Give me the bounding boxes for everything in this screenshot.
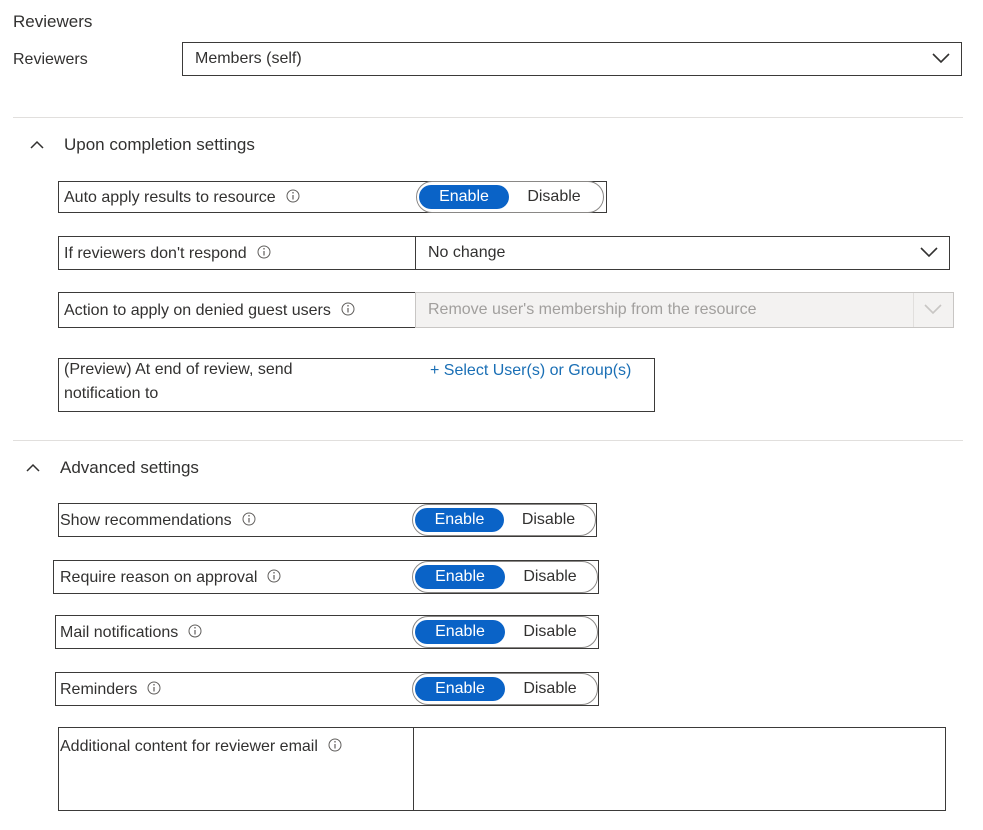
- additional-content-label: Additional content for reviewer email: [60, 738, 342, 756]
- info-icon: [188, 624, 202, 638]
- denied-guests-dropdown[interactable]: Remove user's membership from the resour…: [415, 292, 954, 328]
- info-icon: [328, 738, 342, 752]
- notification-label: (Preview) At end of review, send notific…: [64, 361, 293, 402]
- advanced-settings-title: Advanced settings: [60, 458, 199, 477]
- enable-option[interactable]: Enable: [415, 508, 504, 532]
- chevron-down-icon: [924, 304, 942, 315]
- chevron-down-icon: [920, 247, 938, 258]
- select-users-groups-link[interactable]: + Select User(s) or Group(s): [430, 362, 631, 380]
- require-reason-toggle[interactable]: Enable Disable: [412, 561, 598, 593]
- reminders-label: Reminders: [60, 681, 161, 699]
- info-icon: [286, 189, 300, 203]
- disable-option[interactable]: Disable: [505, 565, 595, 589]
- auto-apply-label: Auto apply results to resource: [64, 189, 300, 207]
- divider: [13, 117, 963, 118]
- enable-option[interactable]: Enable: [415, 677, 505, 701]
- completion-settings-title: Upon completion settings: [64, 135, 255, 154]
- chevron-up-icon: [26, 463, 40, 472]
- reminders-toggle[interactable]: Enable Disable: [412, 673, 598, 705]
- reviewers-dropdown-value: Members (self): [195, 50, 302, 67]
- enable-option[interactable]: Enable: [415, 565, 505, 589]
- info-icon: [147, 681, 161, 695]
- reviewers-heading: Reviewers: [13, 12, 93, 31]
- disable-option[interactable]: Disable: [509, 185, 599, 209]
- auto-apply-toggle[interactable]: Enable Disable: [416, 181, 604, 213]
- disable-option[interactable]: Disable: [504, 508, 593, 532]
- show-recommendations-toggle[interactable]: Enable Disable: [412, 504, 596, 536]
- reviewers-dropdown[interactable]: Members (self): [182, 42, 962, 76]
- denied-guests-value: Remove user's membership from the resour…: [428, 301, 757, 318]
- reviewers-label: Reviewers: [13, 51, 88, 68]
- require-reason-label: Require reason on approval: [60, 569, 281, 587]
- info-icon: [257, 245, 271, 259]
- disable-option[interactable]: Disable: [505, 620, 595, 644]
- info-icon: [267, 569, 281, 583]
- advanced-settings-header[interactable]: Advanced settings: [26, 458, 199, 478]
- chevron-down-icon: [932, 53, 950, 64]
- no-response-dropdown[interactable]: No change: [415, 236, 950, 270]
- chevron-up-icon: [30, 140, 44, 149]
- info-icon: [341, 302, 355, 316]
- enable-option[interactable]: Enable: [415, 620, 505, 644]
- no-response-value: No change: [428, 244, 506, 261]
- completion-settings-header[interactable]: Upon completion settings: [30, 135, 255, 155]
- mail-notifications-label: Mail notifications: [60, 624, 202, 642]
- show-recommendations-label: Show recommendations: [60, 512, 256, 530]
- enable-option[interactable]: Enable: [419, 185, 509, 209]
- additional-content-textarea[interactable]: [413, 727, 946, 811]
- disable-option[interactable]: Disable: [505, 677, 595, 701]
- info-icon: [242, 512, 256, 526]
- no-response-label: If reviewers don't respond: [64, 245, 271, 263]
- mail-notifications-toggle[interactable]: Enable Disable: [412, 616, 598, 648]
- divider: [13, 440, 963, 441]
- denied-guests-label: Action to apply on denied guest users: [64, 302, 355, 320]
